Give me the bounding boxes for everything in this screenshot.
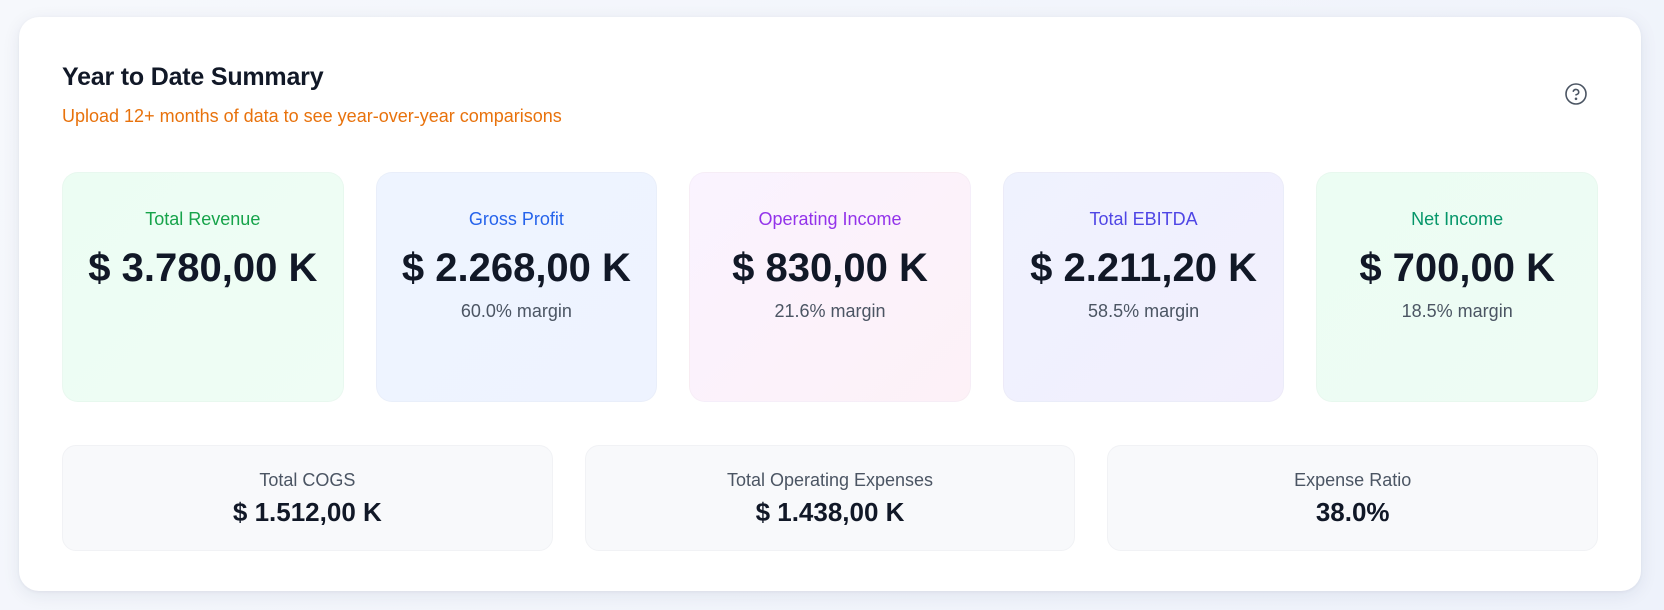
metric-margin: 18.5% margin [1401, 301, 1513, 321]
metric-label: Net Income [1411, 209, 1504, 229]
secondary-metrics: Total COGS $ 1.512,00 K Total Operating … [62, 445, 1599, 551]
secondary-card-total-operating-expenses: Total Operating Expenses $ 1.438,00 K [584, 445, 1076, 551]
question-circle-icon[interactable] [1564, 82, 1588, 106]
metric-margin: 21.6% margin [774, 301, 886, 321]
secondary-value: $ 1.512,00 K [232, 497, 382, 527]
metric-card-gross-profit: Gross Profit $ 2.268,00 K 60.0% margin [375, 172, 658, 402]
metric-card-total-ebitda: Total EBITDA $ 2.211,20 K 58.5% margin [1002, 172, 1285, 402]
secondary-label: Total Operating Expenses [726, 470, 934, 490]
metric-cards: Total Revenue $ 3.780,00 K Gross Profit … [62, 172, 1598, 402]
ytd-summary-card: Year to Date Summary Upload 12+ months o… [19, 17, 1641, 591]
metric-value: $ 830,00 K [732, 246, 928, 290]
metric-value: $ 2.268,00 K [401, 246, 631, 290]
metric-margin: 60.0% margin [460, 301, 572, 321]
secondary-card-expense-ratio: Expense Ratio 38.0% [1107, 445, 1599, 551]
metric-margin: 58.5% margin [1088, 301, 1200, 321]
subtitle-notice: Upload 12+ months of data to see year-ov… [62, 106, 562, 126]
secondary-label: Total COGS [259, 470, 356, 490]
secondary-card-total-cogs: Total COGS $ 1.512,00 K [62, 445, 553, 551]
secondary-label: Expense Ratio [1294, 470, 1412, 490]
metric-card-net-income: Net Income $ 700,00 K 18.5% margin [1316, 172, 1598, 402]
metric-value: $ 3.780,00 K [88, 246, 318, 290]
metric-value: $ 2.211,20 K [1030, 246, 1257, 290]
secondary-value: $ 1.438,00 K [755, 497, 905, 527]
metric-card-total-revenue: Total Revenue $ 3.780,00 K [62, 172, 344, 402]
metric-label: Gross Profit [468, 209, 564, 229]
metric-value: $ 700,00 K [1359, 246, 1556, 290]
metric-label: Total EBITDA [1089, 209, 1198, 229]
metric-label: Total Revenue [145, 209, 261, 229]
page-title: Year to Date Summary [62, 63, 324, 91]
secondary-value: 38.0% [1315, 497, 1390, 527]
metric-label: Operating Income [758, 209, 902, 229]
metric-card-operating-income: Operating Income $ 830,00 K 21.6% margin [689, 172, 971, 402]
